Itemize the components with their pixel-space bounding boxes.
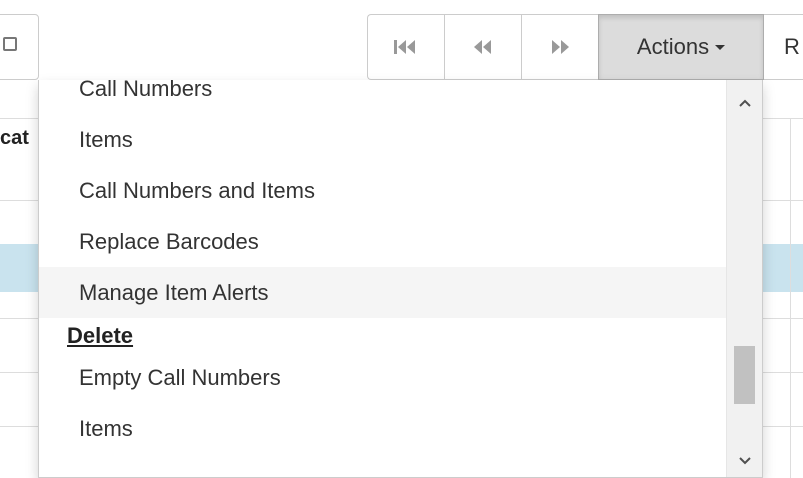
next-page-icon [552, 40, 569, 54]
previous-page-button[interactable] [444, 14, 521, 80]
partial-toolbar-button[interactable]: R [764, 14, 803, 80]
menu-item-replace-barcodes[interactable]: Replace Barcodes [39, 216, 729, 267]
scroll-up-button[interactable] [727, 88, 762, 118]
menu-section-header-delete: Delete [67, 323, 134, 348]
previous-page-icon [474, 40, 491, 54]
pagination-group [367, 14, 598, 80]
menu-item-manage-item-alerts[interactable]: Manage Item Alerts [39, 267, 729, 318]
scrollbar-thumb[interactable] [734, 346, 755, 404]
menu-scrollbar[interactable] [726, 80, 762, 477]
first-page-icon [394, 40, 415, 54]
grid-column-divider [790, 118, 791, 478]
actions-label: Actions [636, 34, 710, 59]
actions-dropdown-menu: Call Numbers Items Call Numbers and Item… [38, 80, 763, 478]
partial-button-label: R [784, 34, 800, 59]
actions-dropdown-button[interactable]: Actions [598, 14, 764, 80]
column-header-partial: cat [0, 127, 29, 149]
scroll-down-button[interactable] [727, 446, 762, 476]
first-page-button[interactable] [367, 14, 444, 80]
menu-list: Call Numbers Items Call Numbers and Item… [39, 80, 729, 454]
menu-item-call-numbers[interactable]: Call Numbers [39, 80, 729, 114]
menu-item-call-numbers-and-items[interactable]: Call Numbers and Items [39, 165, 729, 216]
menu-item-empty-call-numbers[interactable]: Empty Call Numbers [39, 352, 729, 403]
caret-down-icon [715, 44, 726, 50]
chevron-up-icon [738, 99, 751, 107]
checkbox-icon[interactable] [3, 37, 17, 51]
next-page-button[interactable] [521, 14, 598, 80]
select-all-control[interactable] [0, 14, 39, 80]
menu-item-delete-items[interactable]: Items [39, 403, 729, 454]
chevron-down-icon [738, 457, 751, 465]
menu-item-items[interactable]: Items [39, 114, 729, 165]
